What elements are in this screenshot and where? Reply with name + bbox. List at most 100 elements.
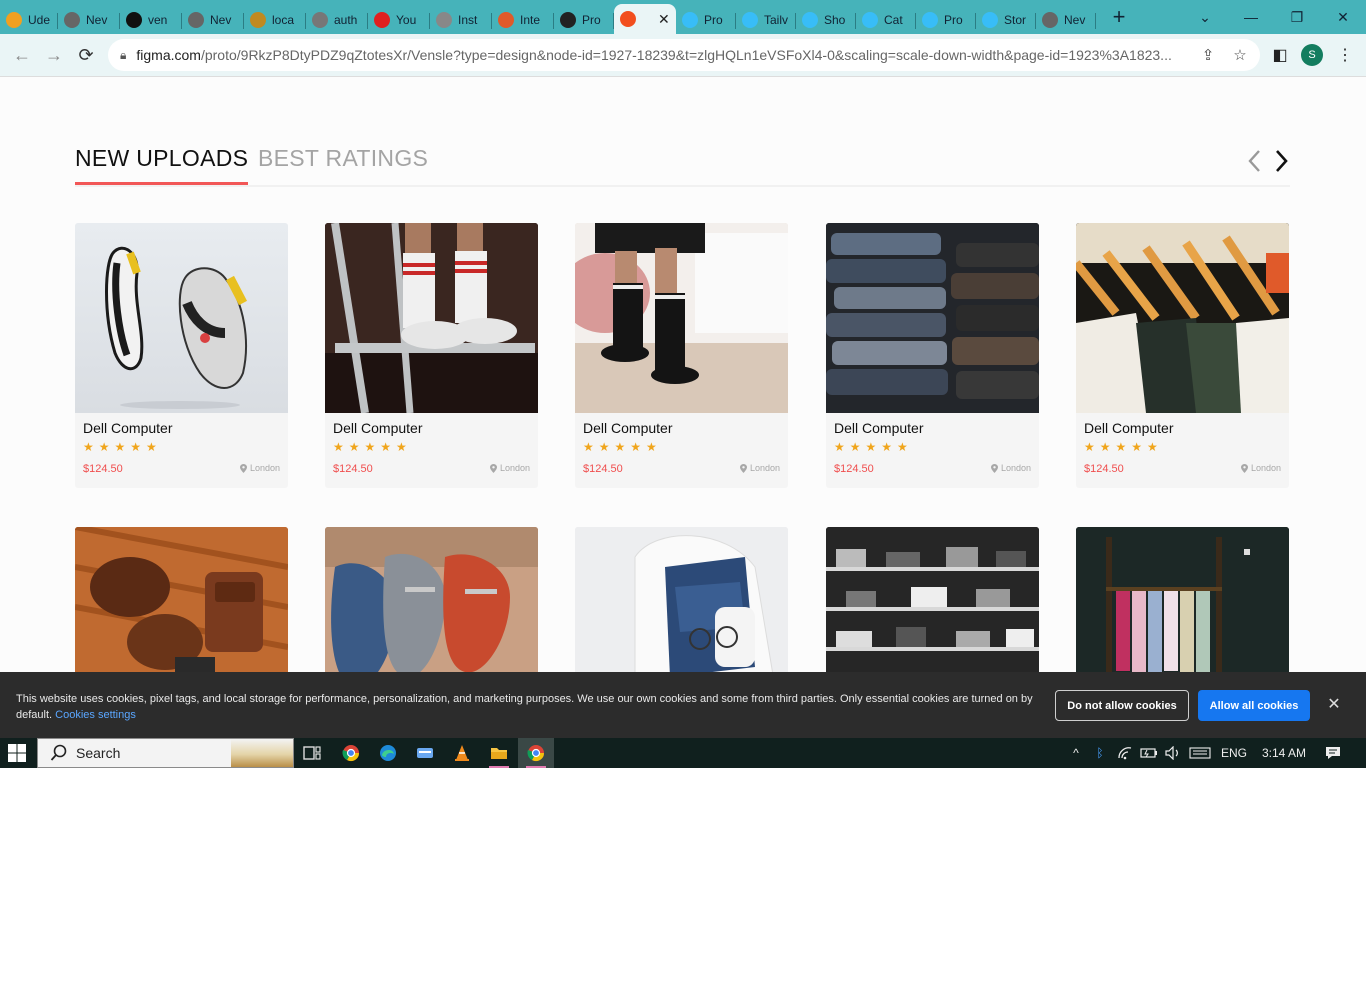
file-explorer-icon[interactable] [481, 738, 517, 768]
product-card[interactable]: Dell Computer ★★★★★ $124.50 London [1076, 223, 1289, 488]
tab-label: Pro [704, 13, 723, 27]
cookies-settings-link[interactable]: Cookies settings [55, 709, 136, 721]
clock[interactable]: 3:14 AM [1256, 738, 1312, 768]
tab-label: Inst [458, 13, 478, 27]
product-card[interactable]: Dell Computer ★★★★★ $124.50 London [75, 223, 288, 488]
browser-tab[interactable]: Pro [676, 6, 736, 34]
browser-tab[interactable]: Cat [856, 6, 916, 34]
browser-tab[interactable]: You [368, 6, 430, 34]
keyboard-app-icon[interactable] [407, 738, 443, 768]
search-label: Search [76, 745, 121, 761]
keyboard-layout-icon[interactable] [1186, 738, 1214, 768]
browser-tab[interactable]: Tailv [736, 6, 796, 34]
notifications-icon[interactable] [1320, 738, 1346, 768]
product-card[interactable] [575, 527, 788, 672]
tab-new-uploads[interactable]: NEW UPLOADS [75, 145, 249, 185]
battery-icon[interactable] [1138, 738, 1160, 768]
forward-icon[interactable]: → [38, 39, 70, 71]
browser-tab[interactable]: Sho [796, 6, 856, 34]
edge-icon[interactable] [370, 738, 406, 768]
browser-tab[interactable]: Pro [554, 6, 614, 34]
task-view-icon[interactable] [294, 738, 330, 768]
side-panel-icon[interactable]: ◧ [1264, 39, 1296, 71]
chrome-icon[interactable] [333, 738, 369, 768]
browser-tab[interactable]: Inst [430, 6, 492, 34]
tab-label: Sho [824, 13, 846, 27]
volume-icon[interactable] [1162, 738, 1184, 768]
tab-label: Pro [582, 13, 601, 27]
share-icon[interactable]: ⇪ [1194, 39, 1222, 71]
tab-favicon-icon [982, 12, 998, 28]
product-card[interactable] [325, 527, 538, 672]
browser-tab[interactable]: Nev [182, 6, 244, 34]
close-tab-icon[interactable]: ✕ [658, 11, 670, 28]
product-image-folded-clothes [575, 527, 788, 672]
bluetooth-icon[interactable]: ᛒ [1090, 738, 1110, 768]
browser-tab[interactable]: Nev [58, 6, 120, 34]
product-image-shelves [826, 527, 1039, 672]
tab-favicon-icon [802, 12, 818, 28]
product-image-brown-shoes-wallet [75, 527, 288, 672]
product-card[interactable] [1076, 527, 1289, 672]
browser-tab[interactable]: Nev [1036, 6, 1096, 34]
product-card[interactable] [826, 527, 1039, 672]
location-pin-icon [1240, 463, 1248, 473]
browser-tab[interactable]: loca [244, 6, 306, 34]
rating-stars: ★★★★★ [1084, 440, 1163, 454]
wifi-icon[interactable] [1114, 738, 1136, 768]
chrome-active-icon[interactable] [518, 738, 554, 768]
browser-tab[interactable]: Stor [976, 6, 1036, 34]
reload-icon[interactable]: ⟳ [70, 39, 102, 71]
blank-area [0, 768, 1366, 994]
tab-favicon-icon [64, 12, 80, 28]
product-card[interactable]: Dell Computer ★★★★★ $124.50 London [575, 223, 788, 488]
bookmark-star-icon[interactable]: ☆ [1226, 39, 1254, 71]
taskbar-search-box[interactable]: Search [37, 738, 294, 768]
allow-cookies-button[interactable]: Allow all cookies [1198, 690, 1310, 721]
tab-favicon-icon [126, 12, 142, 28]
vlc-icon[interactable] [444, 738, 480, 768]
location-pin-icon [239, 463, 247, 473]
browser-tab[interactable]: Inte [492, 6, 554, 34]
tab-favicon-icon [1042, 12, 1058, 28]
tab-label: Cat [884, 13, 903, 27]
chevron-up-icon[interactable]: ^ [1066, 738, 1086, 768]
product-image-socks-ladder [325, 223, 538, 413]
restore-icon[interactable]: ❐ [1274, 0, 1320, 34]
carousel-next-icon[interactable] [1271, 147, 1293, 175]
browser-tab[interactable]: auth [306, 6, 368, 34]
browser-tab[interactable]: ✕ [614, 4, 676, 34]
product-location: London [990, 463, 1031, 473]
profile-avatar[interactable]: S [1301, 44, 1323, 66]
product-card[interactable]: Dell Computer ★★★★★ $124.50 London [826, 223, 1039, 488]
address-bar[interactable]: 🔒︎ figma.com/proto/9RkzP8DtyPDZ9qZtotesX… [108, 39, 1260, 71]
new-tab-button[interactable]: + [1106, 4, 1132, 30]
rating-stars: ★★★★★ [333, 440, 412, 454]
product-image-sneakers [75, 223, 288, 413]
deny-cookies-button[interactable]: Do not allow cookies [1055, 690, 1189, 721]
tab-label: Ude [28, 13, 51, 27]
language-indicator[interactable]: ENG [1218, 738, 1250, 768]
lock-icon: 🔒︎ [120, 47, 127, 62]
product-card[interactable]: Dell Computer ★★★★★ $124.50 London [325, 223, 538, 488]
browser-tab[interactable]: Pro [916, 6, 976, 34]
location-pin-icon [739, 463, 747, 473]
rating-stars: ★★★★★ [834, 440, 913, 454]
search-highlight-image [231, 739, 293, 767]
browser-tab[interactable]: ven [120, 6, 182, 34]
tab-search-icon[interactable]: ⌄ [1182, 0, 1228, 34]
browser-tab[interactable]: Ude [0, 6, 58, 34]
minimize-icon[interactable]: — [1228, 0, 1274, 34]
close-icon[interactable]: ✕ [1326, 694, 1342, 714]
product-location: London [1240, 463, 1281, 473]
close-window-icon[interactable]: ✕ [1320, 0, 1366, 34]
carousel-prev-icon[interactable] [1243, 147, 1265, 175]
tab-favicon-icon [922, 12, 938, 28]
tab-favicon-icon [742, 12, 758, 28]
menu-kebab-icon[interactable]: ⋮ [1329, 39, 1361, 71]
back-icon[interactable]: ← [6, 39, 38, 71]
product-card[interactable] [75, 527, 288, 672]
tab-best-ratings[interactable]: BEST RATINGS [258, 145, 428, 185]
windows-start-icon[interactable] [8, 744, 26, 762]
figma-prototype-page: NEW UPLOADS BEST RATINGS Dell Computer ★… [0, 76, 1366, 672]
